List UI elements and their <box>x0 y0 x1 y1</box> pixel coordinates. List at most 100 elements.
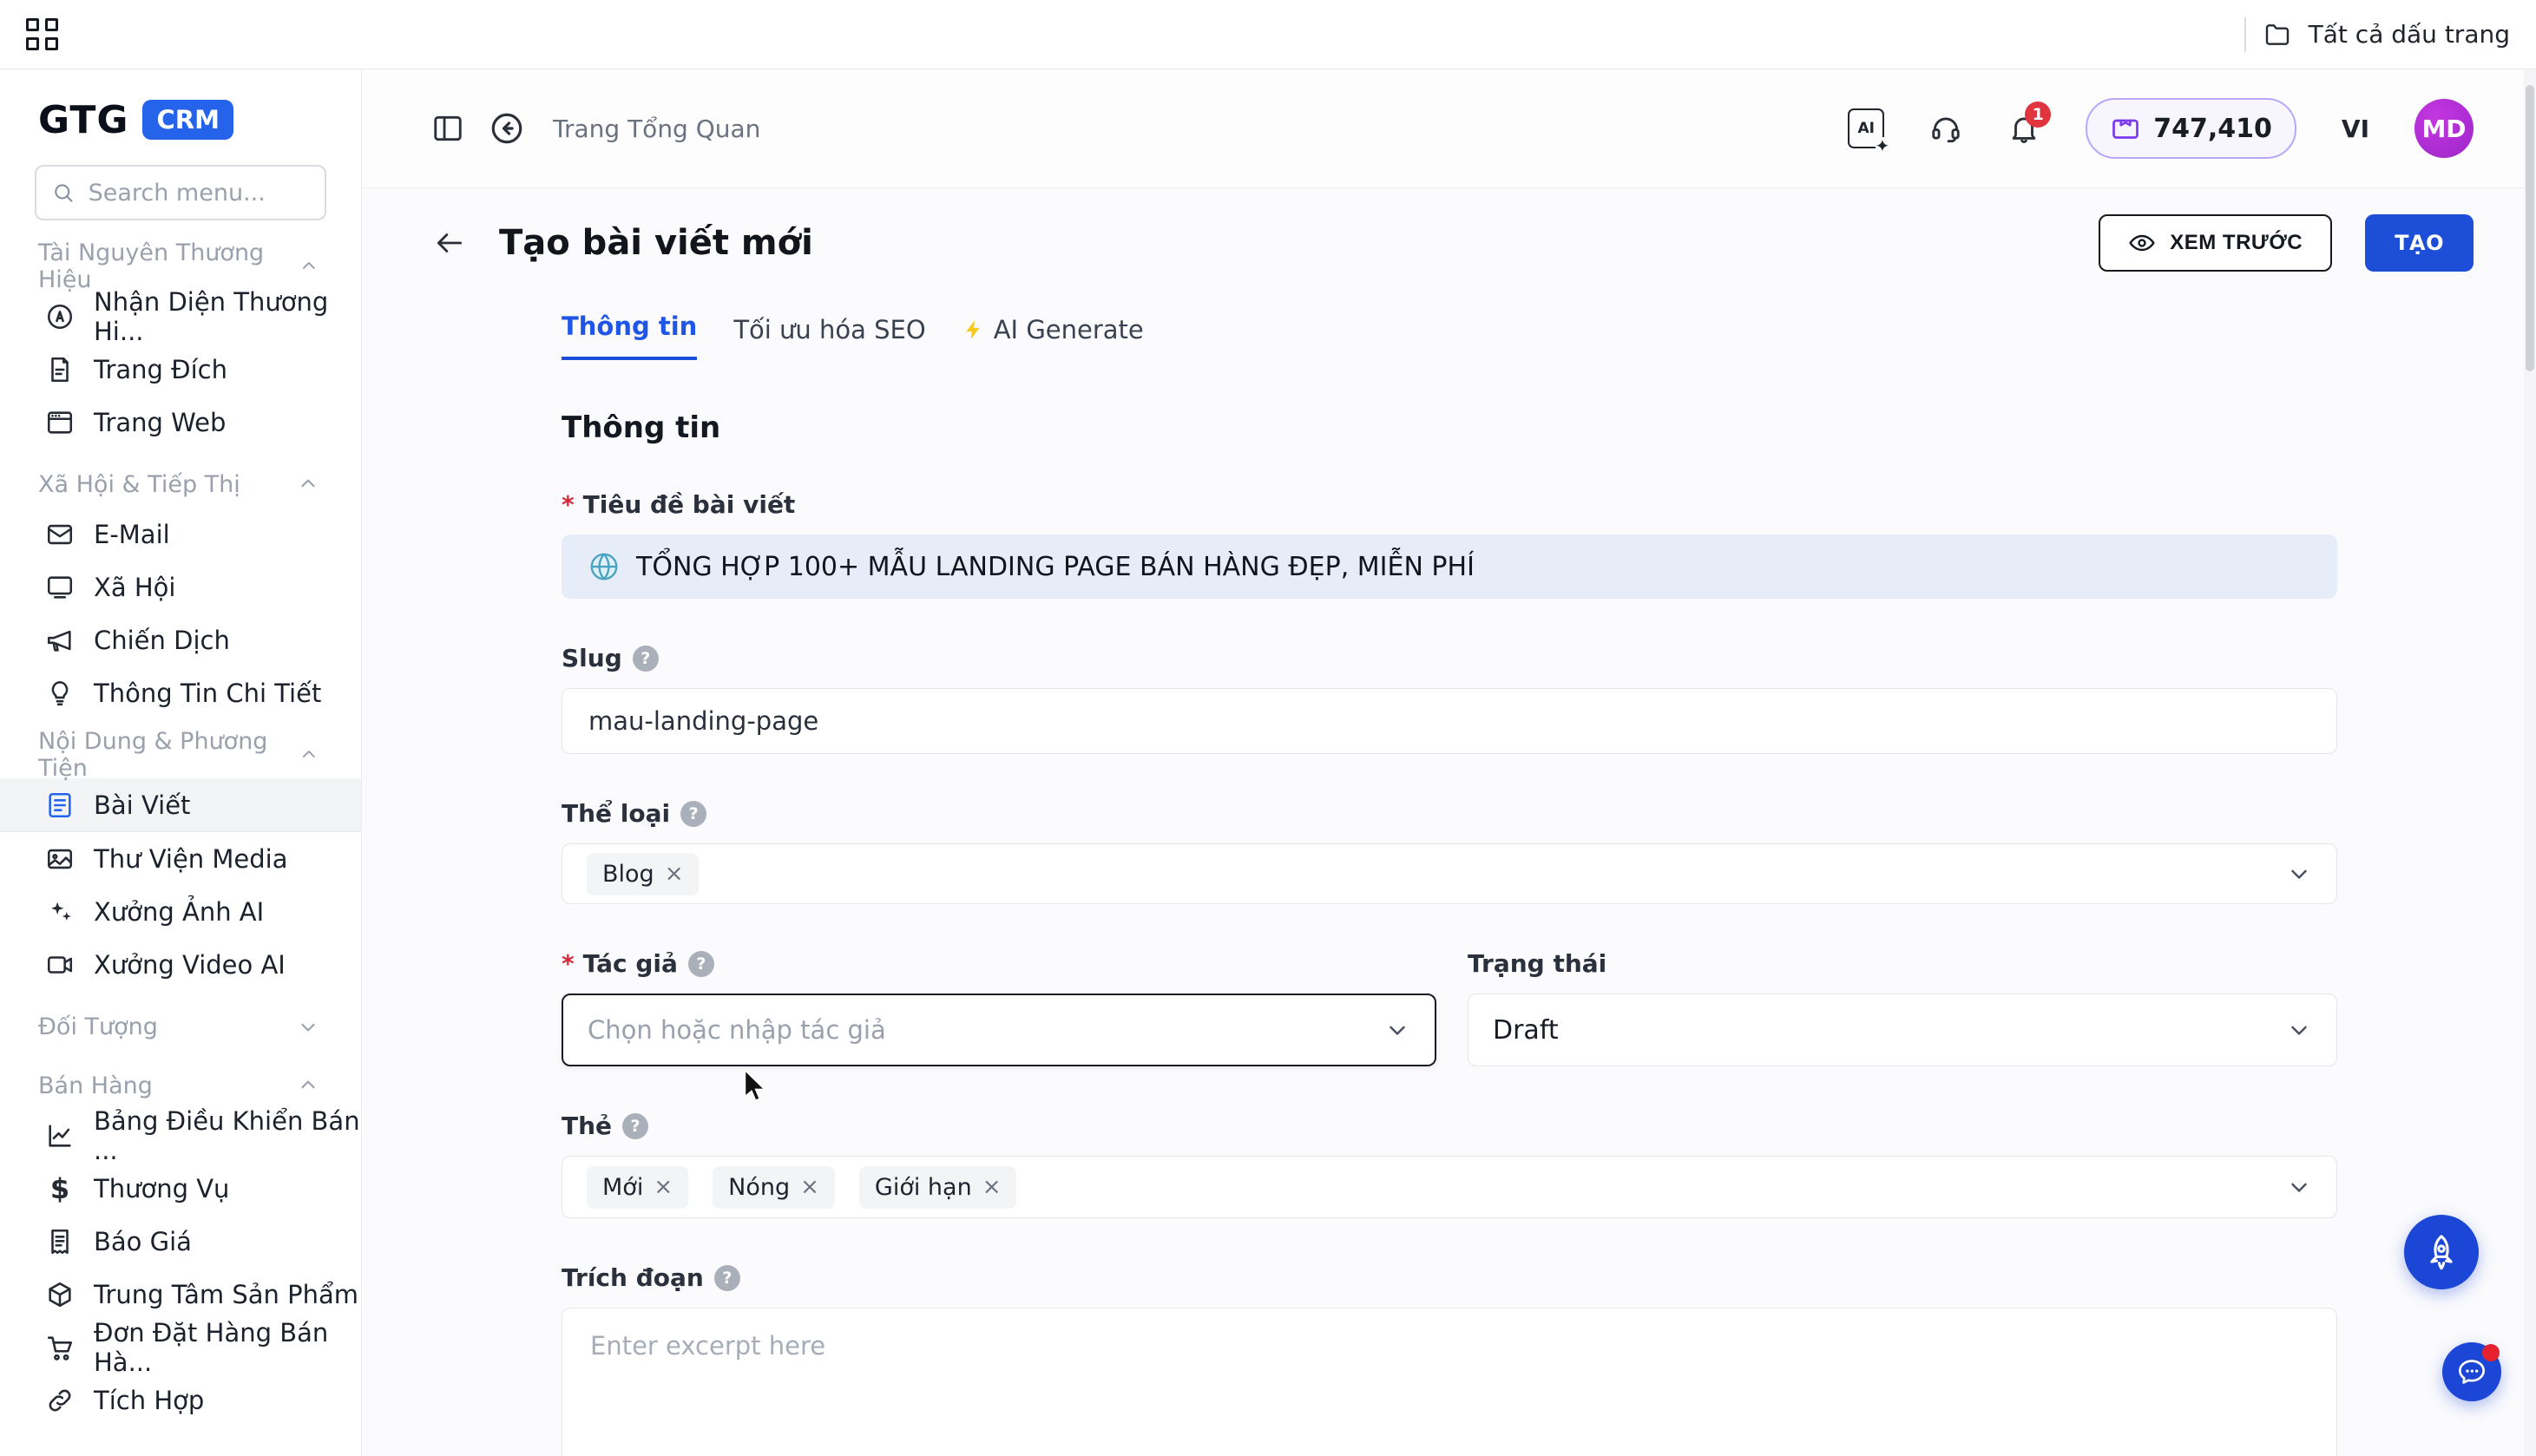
search-input[interactable] <box>87 179 309 207</box>
section-brand-resources[interactable]: Tài Nguyên Thương Hiệu <box>0 243 361 290</box>
sidebar-item-quotes[interactable]: Báo Giá <box>0 1215 361 1268</box>
author-label: * Tác giả ? <box>562 949 1436 978</box>
chevron-up-icon <box>299 255 319 278</box>
tab-seo[interactable]: Tối ưu hóa SEO <box>733 315 925 360</box>
document-icon <box>45 355 75 384</box>
help-icon[interactable]: ? <box>680 801 706 827</box>
headset-icon[interactable] <box>1929 112 1962 145</box>
brand-circle-a-icon <box>45 302 75 331</box>
notifications-bell[interactable]: 1 <box>2007 112 2040 145</box>
sidebar-item-articles[interactable]: Bài Viết <box>0 778 361 832</box>
required-marker: * <box>562 490 575 519</box>
logo[interactable]: GTG CRM <box>0 95 361 144</box>
sidebar-item-brand-identity[interactable]: Nhận Diện Thương Hi... <box>0 290 361 343</box>
article-form: Thông tin * Tiêu đề bài viết TỔNG HỢP 10… <box>562 410 2337 1456</box>
scrollbar-track[interactable] <box>2524 69 2536 1456</box>
create-button[interactable]: TẠO <box>2365 214 2474 272</box>
remove-chip-icon[interactable]: × <box>982 1174 1002 1200</box>
excerpt-label: Trích đoạn ? <box>562 1263 2337 1292</box>
section-audiences[interactable]: Đối Tượng <box>0 1003 361 1050</box>
sidebar-item-website[interactable]: Trang Web <box>0 396 361 449</box>
status-label: Trạng thái <box>1468 949 2337 978</box>
sidebar-search[interactable] <box>35 165 326 220</box>
sidebar-item-social[interactable]: Xã Hội <box>0 561 361 613</box>
avatar[interactable]: MD <box>2414 99 2474 158</box>
form-section-heading: Thông tin <box>562 410 2337 445</box>
tags-select[interactable]: Mới × Nóng × Giới hạn × <box>562 1156 2337 1218</box>
preview-button[interactable]: XEM TRƯỚC <box>2099 214 2332 272</box>
video-camera-icon <box>45 950 75 980</box>
mouse-cursor <box>740 1069 770 1104</box>
credits-envelope-icon <box>2110 113 2141 144</box>
remove-chip-icon[interactable]: × <box>654 1174 673 1200</box>
sidebar-item-campaigns[interactable]: Chiến Dịch <box>0 613 361 666</box>
help-icon[interactable]: ? <box>622 1113 648 1139</box>
category-select[interactable]: Blog × <box>562 843 2337 904</box>
dollar-icon: $ <box>45 1172 75 1205</box>
sidebar-item-insights[interactable]: Thông Tin Chi Tiết <box>0 666 361 719</box>
back-circle-icon[interactable] <box>489 110 525 147</box>
tabs: Thông tin Tối ưu hóa SEO AI Generate <box>562 312 2536 360</box>
tags-label: Thẻ ? <box>562 1112 2337 1140</box>
monitor-icon <box>45 573 75 602</box>
breadcrumb[interactable]: Trang Tổng Quan <box>553 115 760 143</box>
rocket-icon <box>2421 1232 2461 1272</box>
article-icon <box>45 790 75 820</box>
author-placeholder: Chọn hoặc nhập tác giả <box>588 1015 886 1045</box>
section-sales[interactable]: Bán Hàng <box>0 1062 361 1109</box>
sidebar-item-landing-pages[interactable]: Trang Đích <box>0 343 361 396</box>
page-title: Tạo bài viết mới <box>499 223 813 263</box>
section-content-media[interactable]: Nội Dung & Phương Tiện <box>0 731 361 778</box>
sidebar-item-integrations[interactable]: Tích Hợp <box>0 1374 361 1426</box>
bookmarks-label[interactable]: Tất cả dấu trang <box>2309 20 2510 49</box>
globe-icon <box>588 550 621 583</box>
link-icon <box>45 1386 75 1415</box>
chevron-down-icon <box>297 1015 319 1038</box>
remove-chip-icon[interactable]: × <box>665 861 684 887</box>
sidebar-item-email[interactable]: E-Mail <box>0 508 361 561</box>
slug-input[interactable] <box>562 688 2337 754</box>
help-icon[interactable]: ? <box>688 951 714 977</box>
bolt-icon <box>962 318 985 341</box>
apps-grid-icon[interactable] <box>26 18 59 51</box>
sidebar-item-media-library[interactable]: Thư Viện Media <box>0 832 361 885</box>
rocket-fab-button[interactable] <box>2404 1215 2479 1289</box>
slug-label: Slug ? <box>562 644 2337 672</box>
ai-translate-icon[interactable]: AI✦ <box>1848 108 1884 148</box>
chevron-down-icon <box>2286 1017 2312 1043</box>
sidebar-toggle-icon[interactable] <box>431 112 464 145</box>
chat-bubble-icon <box>2454 1354 2489 1389</box>
sidebar-item-product-center[interactable]: Trung Tâm Sản Phẩm <box>0 1268 361 1321</box>
help-icon[interactable]: ? <box>633 646 659 672</box>
chevron-up-icon <box>297 473 319 495</box>
sidebar-item-sales-orders[interactable]: Đơn Đặt Hàng Bán Hà... <box>0 1321 361 1374</box>
tag-chip: Giới hạn × <box>859 1166 1017 1209</box>
sidebar-item-ai-video-studio[interactable]: Xưởng Video AI <box>0 938 361 991</box>
excerpt-textarea[interactable] <box>588 1329 2314 1456</box>
section-social-marketing[interactable]: Xã Hội & Tiếp Thị <box>0 461 361 508</box>
author-select[interactable]: Chọn hoặc nhập tác giả <box>562 994 1436 1066</box>
help-icon[interactable]: ? <box>714 1265 740 1291</box>
tab-ai-generate[interactable]: AI Generate <box>962 315 1144 360</box>
lightbulb-icon <box>45 679 75 708</box>
back-arrow-icon[interactable] <box>433 226 466 259</box>
sidebar-item-ai-image-studio[interactable]: Xưởng Ảnh AI <box>0 885 361 938</box>
chat-fab-button[interactable] <box>2442 1342 2501 1401</box>
cube-icon <box>45 1280 75 1309</box>
status-value: Draft <box>1493 1015 1559 1046</box>
logo-brand: GTG <box>38 98 128 142</box>
scrollbar-thumb[interactable] <box>2526 85 2534 371</box>
credits-pill[interactable]: 747,410 <box>2086 98 2296 159</box>
chevron-down-icon <box>1384 1017 1410 1043</box>
remove-chip-icon[interactable]: × <box>800 1174 819 1200</box>
language-switcher[interactable]: VI <box>2342 115 2369 143</box>
title-input[interactable]: TỔNG HỢP 100+ MẪU LANDING PAGE BÁN HÀNG … <box>562 535 2337 599</box>
sidebar-item-deals[interactable]: $ Thương Vụ <box>0 1162 361 1215</box>
main-header: Trang Tổng Quan AI✦ 1 747,410 VI MD <box>362 69 2536 188</box>
media-gallery-icon <box>45 844 75 874</box>
sidebar-item-sales-dashboard[interactable]: Bảng Điều Khiển Bán ... <box>0 1109 361 1162</box>
sparkles-icon <box>45 897 75 927</box>
status-select[interactable]: Draft <box>1468 994 2337 1066</box>
eye-icon <box>2128 229 2156 257</box>
tab-info[interactable]: Thông tin <box>562 312 697 360</box>
